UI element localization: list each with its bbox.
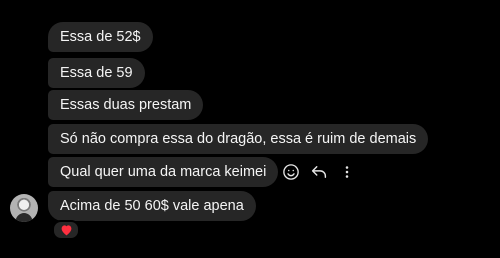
message-bubble[interactable]: Essa de 59 [48, 58, 145, 88]
heart-icon [61, 225, 71, 236]
chat-thread: Essa de 52$ Essa de 59 Essas duas presta… [0, 0, 500, 258]
reply-arrow-icon[interactable] [309, 162, 329, 182]
more-options-icon[interactable] [337, 162, 357, 182]
avatar[interactable] [10, 194, 38, 222]
heart-reaction[interactable] [52, 220, 80, 240]
message-bubble[interactable]: Só não compra essa do dragão, essa é rui… [48, 124, 429, 154]
message-actions [281, 160, 357, 184]
message-bubble[interactable]: Essa de 52$ [48, 22, 153, 52]
message-bubble[interactable]: Essas duas prestam [48, 90, 204, 120]
smiley-icon[interactable] [281, 162, 301, 182]
message-bubble[interactable]: Acima de 50 60$ vale apena [48, 191, 256, 221]
message-bubble[interactable]: Qual quer uma da marca keimei [48, 157, 279, 187]
